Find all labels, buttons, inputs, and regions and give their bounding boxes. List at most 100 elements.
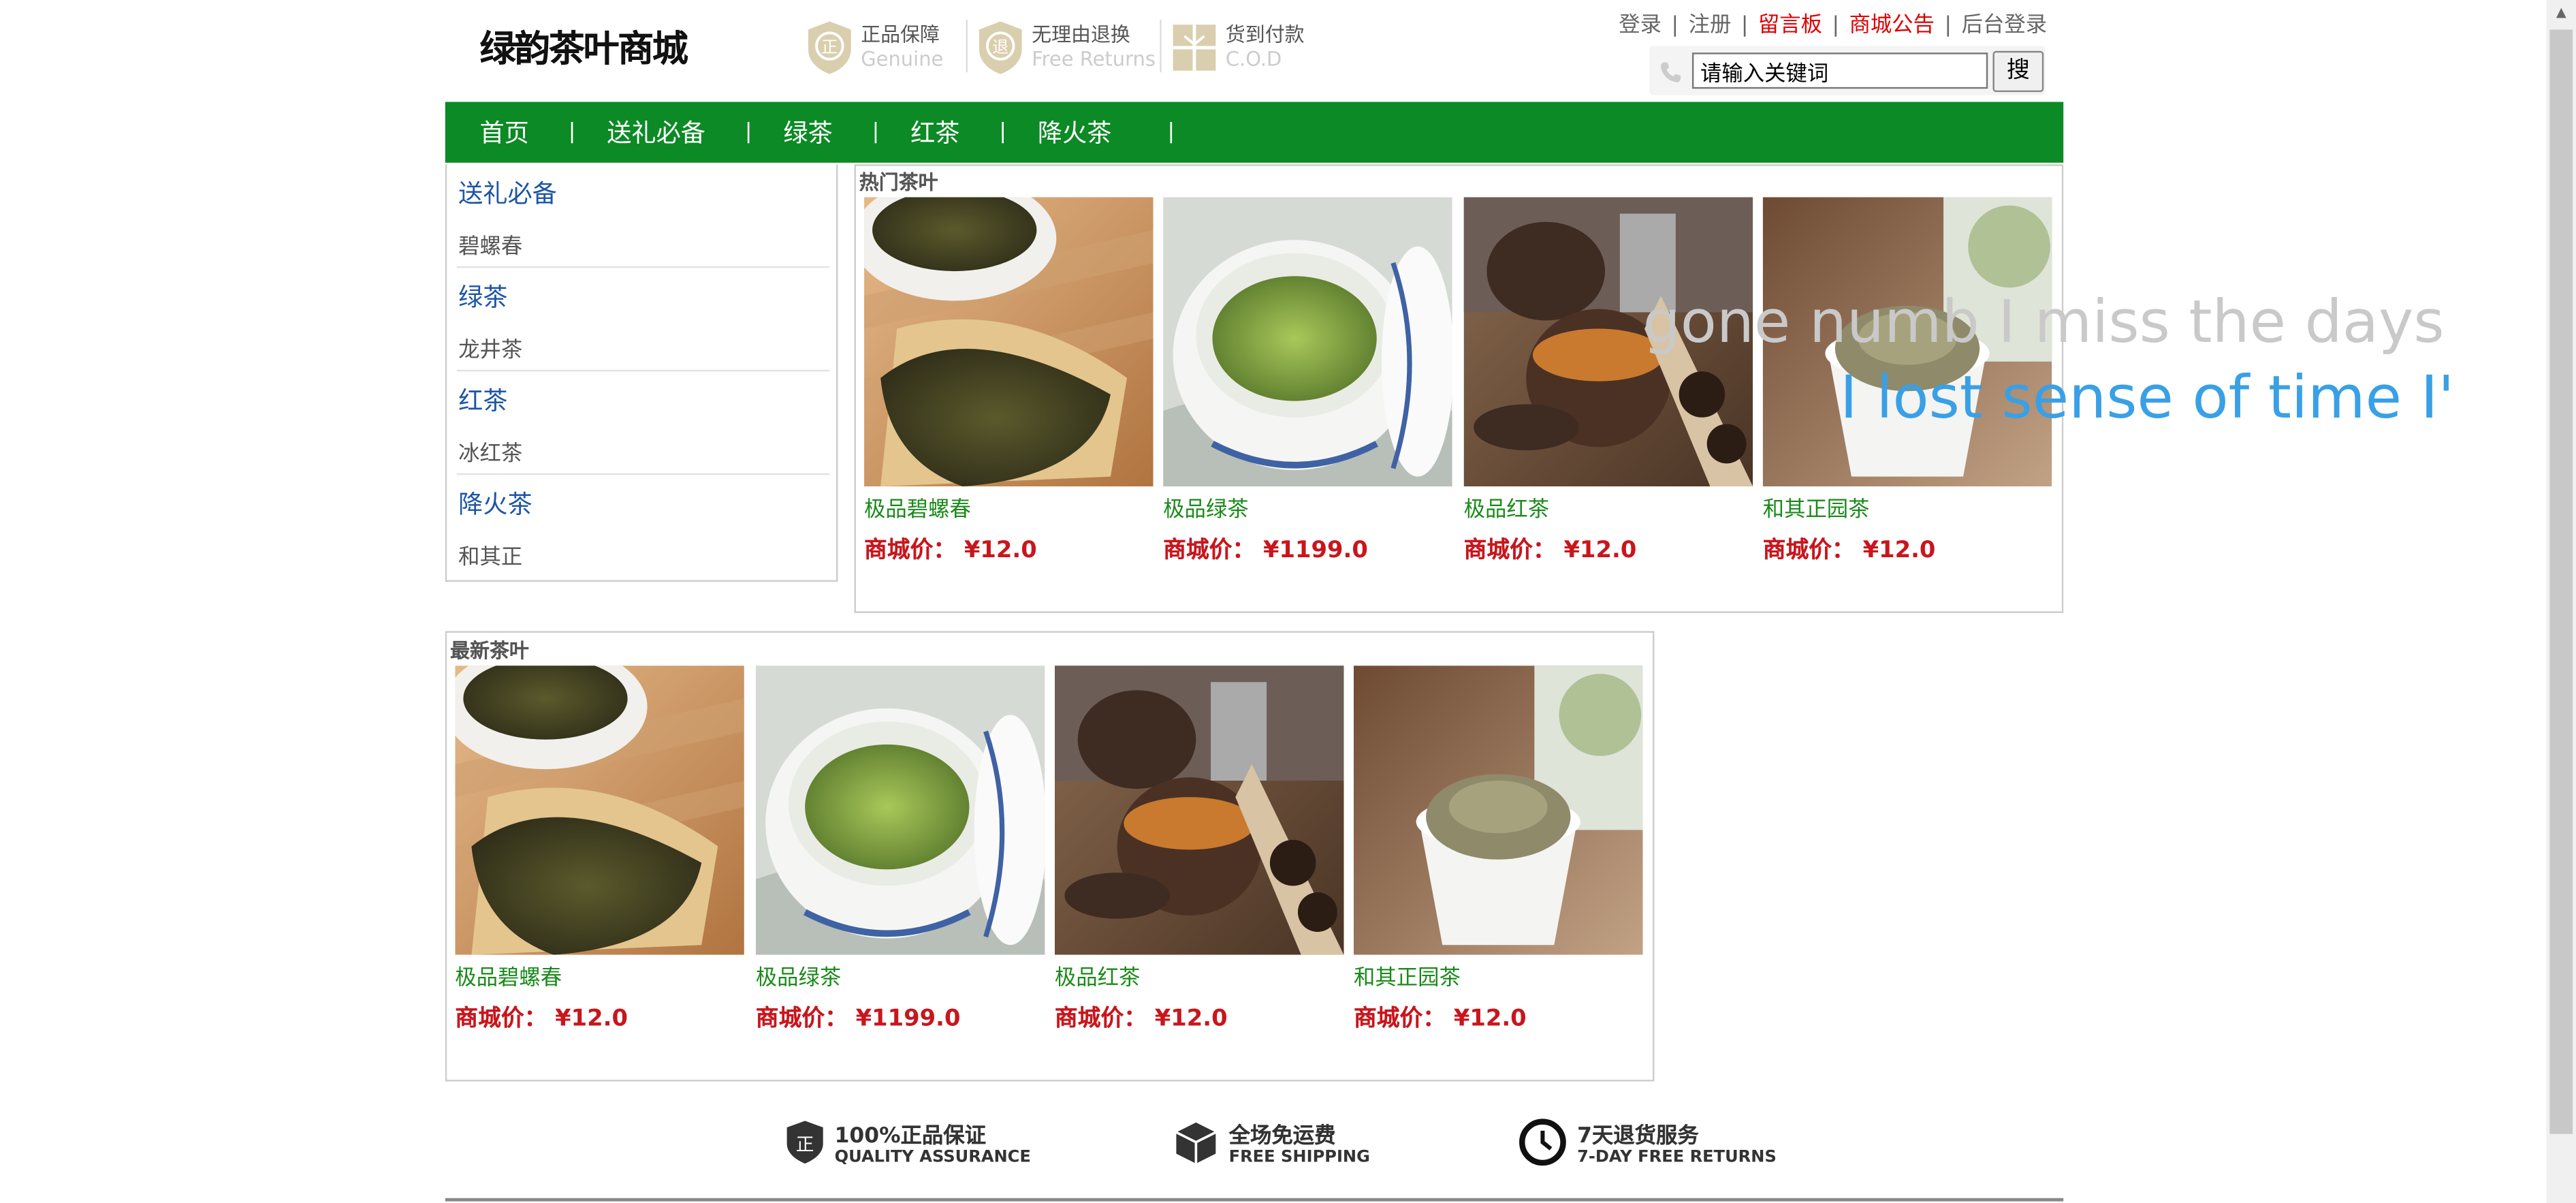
guarantee-returns-sub: 7-DAY FREE RETURNS bbox=[1577, 1148, 1777, 1166]
lyrics-overlay-line2: I lost sense of time I've bbox=[1840, 364, 2451, 433]
product-price: 商城价： ¥12.0 bbox=[1354, 1001, 1527, 1033]
svg-text:正: 正 bbox=[796, 1134, 814, 1155]
register-link[interactable]: 注册 bbox=[1689, 13, 1732, 37]
returns-badge-title: 无理由退换 bbox=[1032, 22, 1130, 46]
main-nav: 首页 | 送礼必备 | 绿茶 | 红茶 | 降火茶 | bbox=[445, 101, 2064, 163]
genuine-shield-icon: 正 bbox=[805, 20, 854, 76]
price-value: ¥12.0 bbox=[1154, 1005, 1228, 1033]
guarantee-returns-title: 7天退货服务 bbox=[1577, 1123, 1699, 1149]
nav-separator: | bbox=[999, 120, 1007, 145]
sidebar-item-iced-black-tea[interactable]: 冰红茶 bbox=[458, 435, 522, 467]
sidebar-category-green-tea[interactable]: 绿茶 bbox=[458, 279, 507, 314]
guarantee-returns: 7天退货服务 7-DAY FREE RETURNS bbox=[1518, 1118, 1777, 1174]
price-value: ¥12.0 bbox=[964, 537, 1037, 564]
nav-separator: | bbox=[872, 120, 880, 145]
genuine-badge-title: 正品保障 bbox=[861, 22, 940, 46]
guarantee-shipping-title: 全场免运费 bbox=[1228, 1123, 1336, 1149]
returns-badge-sub: Free Returns bbox=[1032, 47, 1156, 71]
nav-green-tea[interactable]: 绿茶 bbox=[783, 115, 832, 150]
site-logo[interactable]: 绿韵茶叶商城 bbox=[479, 20, 688, 72]
price-label: 商城价： bbox=[755, 1005, 848, 1033]
phone-icon bbox=[1659, 59, 1683, 91]
price-value: ¥1199.0 bbox=[855, 1005, 961, 1033]
guarantee-quality-title: 100%正品保证 bbox=[834, 1123, 986, 1149]
sidebar-item-longjing[interactable]: 龙井茶 bbox=[458, 332, 522, 363]
price-label: 商城价： bbox=[1054, 1005, 1147, 1033]
nav-separator: | bbox=[744, 120, 752, 145]
returns-badge: 退 无理由退换 Free Returns bbox=[976, 16, 1156, 79]
nav-gifts[interactable]: 送礼必备 bbox=[607, 115, 705, 150]
product-name[interactable]: 和其正园茶 bbox=[1763, 491, 1870, 522]
product-image-black-tea[interactable] bbox=[1054, 666, 1344, 955]
cod-badge: 货到付款 C.O.D bbox=[1170, 16, 1305, 79]
product-name[interactable]: 极品绿茶 bbox=[1163, 491, 1248, 522]
product-price: 商城价： ¥12.0 bbox=[455, 1001, 628, 1033]
genuine-badge-sub: Genuine bbox=[861, 47, 944, 71]
guarantee-shipping-sub: FREE SHIPPING bbox=[1228, 1148, 1370, 1166]
sidebar-item-biluochun[interactable]: 碧螺春 bbox=[458, 228, 522, 260]
product-name[interactable]: 极品绿茶 bbox=[756, 960, 841, 991]
top-links: 登录 | 注册 | 留言板 | 商城公告 | 后台登录 bbox=[1619, 7, 2047, 38]
search-button[interactable]: 搜 bbox=[1992, 50, 2044, 93]
price-label: 商城价： bbox=[455, 1005, 547, 1033]
sidebar-item-heqizheng[interactable]: 和其正 bbox=[458, 539, 522, 570]
product-name[interactable]: 极品红茶 bbox=[1055, 960, 1140, 991]
guarantee-quality: 正 100%正品保证 QUALITY ASSURANCE bbox=[785, 1118, 1031, 1174]
login-link[interactable]: 登录 bbox=[1619, 13, 1661, 37]
sidebar-divider bbox=[456, 369, 830, 372]
announcement-link[interactable]: 商城公告 bbox=[1849, 13, 1935, 37]
price-label: 商城价： bbox=[1353, 1005, 1446, 1033]
price-value: ¥12.0 bbox=[1862, 537, 1936, 564]
cod-badge-sub: C.O.D bbox=[1225, 47, 1282, 71]
admin-login-link[interactable]: 后台登录 bbox=[1962, 13, 2047, 37]
sidebar-divider bbox=[456, 473, 830, 475]
price-value: ¥12.0 bbox=[1563, 537, 1637, 564]
scrollbar-thumb[interactable] bbox=[2549, 29, 2573, 1134]
search-input[interactable] bbox=[1691, 52, 1988, 89]
product-price: 商城价： ¥1199.0 bbox=[756, 1001, 961, 1033]
guarantee-quality-sub: QUALITY ASSURANCE bbox=[834, 1148, 1031, 1166]
product-name[interactable]: 极品红茶 bbox=[1464, 491, 1549, 522]
shipping-box-icon bbox=[1173, 1119, 1220, 1172]
price-label: 商城价： bbox=[864, 537, 957, 564]
product-price: 商城价： ¥12.0 bbox=[1464, 533, 1637, 565]
sidebar-category-cooling-tea[interactable]: 降火茶 bbox=[458, 486, 532, 521]
quality-shield-icon: 正 bbox=[785, 1119, 825, 1172]
link-separator: | bbox=[1944, 13, 1952, 38]
badge-divider bbox=[966, 19, 968, 73]
nav-black-tea[interactable]: 红茶 bbox=[910, 115, 959, 150]
price-value: ¥12.0 bbox=[555, 1005, 629, 1033]
nav-home[interactable]: 首页 bbox=[479, 115, 528, 150]
link-separator: | bbox=[1832, 13, 1840, 38]
guestbook-link[interactable]: 留言板 bbox=[1758, 13, 1822, 37]
cod-badge-title: 货到付款 bbox=[1225, 22, 1305, 46]
svg-text:正: 正 bbox=[821, 37, 838, 57]
product-image-biluochun[interactable] bbox=[864, 197, 1154, 487]
link-separator: | bbox=[1740, 13, 1749, 38]
product-name[interactable]: 极品碧螺春 bbox=[864, 491, 971, 522]
newest-tea-title: 最新茶叶 bbox=[450, 639, 529, 663]
product-image-heqizheng[interactable] bbox=[1353, 666, 1643, 955]
product-name[interactable]: 极品碧螺春 bbox=[455, 960, 562, 991]
return-shield-icon: 退 bbox=[976, 20, 1025, 76]
product-price: 商城价： ¥12.0 bbox=[1055, 1001, 1228, 1033]
product-name[interactable]: 和其正园茶 bbox=[1354, 960, 1461, 991]
price-value: ¥1199.0 bbox=[1262, 537, 1368, 564]
price-label: 商城价： bbox=[1163, 537, 1256, 564]
nav-separator: | bbox=[1167, 120, 1175, 145]
link-separator: | bbox=[1671, 13, 1679, 38]
sidebar-category-gifts[interactable]: 送礼必备 bbox=[458, 176, 557, 210]
product-price: 商城价： ¥12.0 bbox=[864, 533, 1037, 565]
badge-divider bbox=[1160, 19, 1162, 73]
nav-cooling-tea[interactable]: 降火茶 bbox=[1038, 115, 1112, 150]
product-image-green-tea[interactable] bbox=[755, 666, 1045, 955]
sidebar-category-black-tea[interactable]: 红茶 bbox=[458, 383, 507, 418]
product-image-biluochun[interactable] bbox=[455, 666, 744, 955]
price-label: 商城价： bbox=[1463, 537, 1556, 564]
hot-tea-title: 热门茶叶 bbox=[859, 170, 938, 194]
scroll-up-arrow-icon[interactable]: ▲ bbox=[2547, 0, 2576, 27]
sidebar-divider bbox=[456, 266, 830, 268]
cod-box-icon bbox=[1170, 20, 1219, 76]
category-sidebar: 送礼必备 碧螺春 绿茶 龙井茶 红茶 冰红茶 降火茶 和其正 bbox=[445, 164, 838, 582]
product-image-green-tea[interactable] bbox=[1163, 197, 1452, 487]
